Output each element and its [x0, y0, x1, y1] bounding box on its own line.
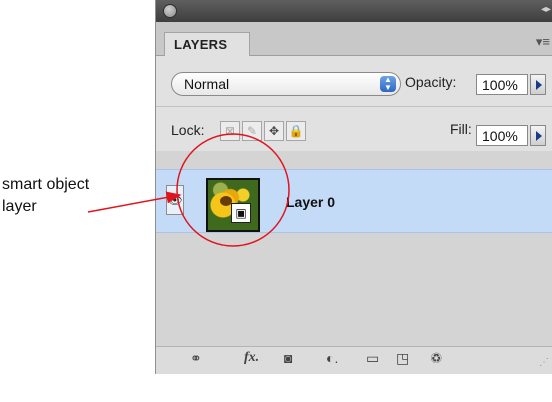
- callout-arrow: [87, 191, 182, 213]
- highlight-circle: [176, 133, 290, 247]
- annotation-overlay: [87, 133, 290, 247]
